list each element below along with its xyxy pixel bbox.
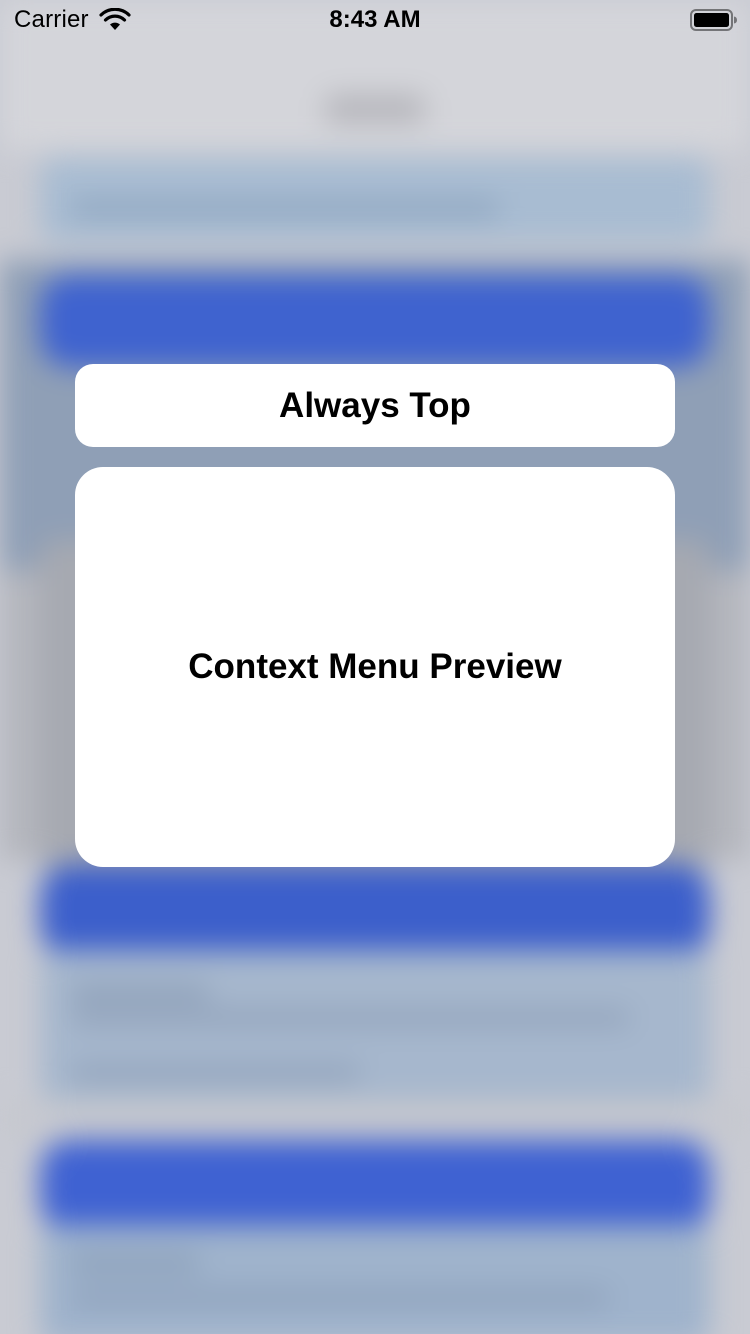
status-time: 8:43 AM bbox=[329, 6, 421, 33]
background-text-line bbox=[70, 1010, 630, 1026]
background-text-line bbox=[70, 1065, 360, 1081]
screen: Carrier 8:43 AM Always Top Context Menu … bbox=[0, 0, 750, 1334]
always-top-label: Always Top bbox=[279, 385, 471, 425]
background-button bbox=[40, 1140, 710, 1232]
context-menu-preview[interactable]: Context Menu Preview bbox=[75, 467, 675, 867]
background-text-line bbox=[70, 985, 210, 1001]
always-top-button[interactable]: Always Top bbox=[75, 364, 675, 447]
battery-icon bbox=[690, 9, 737, 31]
background-separator bbox=[0, 1100, 750, 1140]
background-button bbox=[40, 275, 710, 367]
background-text-line bbox=[70, 1255, 200, 1271]
background-nav-title bbox=[325, 95, 425, 123]
background-text-line bbox=[70, 200, 500, 218]
context-menu-preview-label: Context Menu Preview bbox=[188, 647, 562, 686]
status-bar: Carrier 8:43 AM bbox=[0, 0, 750, 40]
background-button bbox=[40, 865, 710, 957]
background-card bbox=[40, 1225, 710, 1334]
background-text-line bbox=[70, 1290, 610, 1306]
